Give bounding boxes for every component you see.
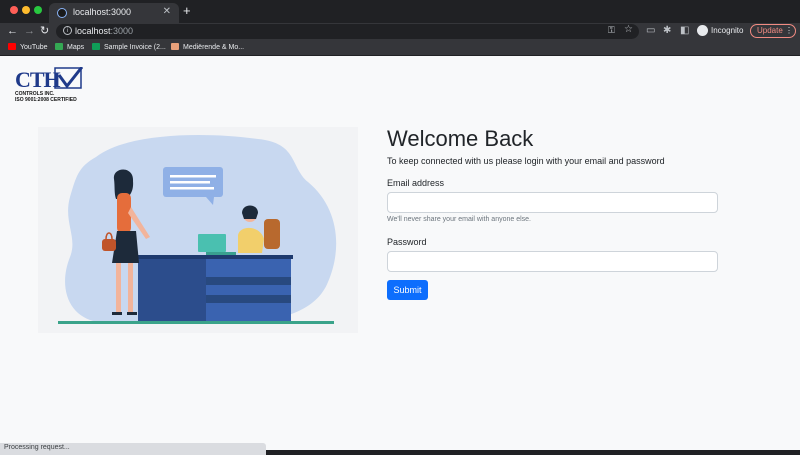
logo-iso-text: ISO 9001:2008 CERTIFIED (15, 97, 77, 103)
extensions-puzzle-icon[interactable]: ✱ (663, 25, 671, 37)
bottom-strip (266, 450, 800, 455)
bookmark-maps[interactable]: Maps (55, 43, 84, 52)
password-label: Password (387, 237, 427, 247)
cast-icon[interactable]: ▭ (646, 25, 655, 37)
reload-icon[interactable]: ↻ (40, 24, 49, 38)
forward-arrow-icon[interactable]: → (24, 24, 35, 38)
site-info-icon[interactable]: i (63, 26, 72, 35)
tab-title: localhost:3000 (73, 7, 132, 17)
new-tab-icon[interactable]: + (183, 4, 191, 18)
bookmark-star-icon[interactable]: ☆ (624, 24, 633, 35)
bookmark-medierende[interactable]: Mediërende & Mo... (171, 43, 244, 52)
close-window-button[interactable] (10, 6, 18, 14)
submit-button[interactable]: Submit (387, 280, 428, 300)
page-content: CTH CONTROLS INC. ISO 9001:2008 CERTIFIE… (0, 57, 800, 443)
email-label: Email address (387, 178, 445, 188)
browser-titlebar: localhost:3000 ✕ + (0, 0, 800, 23)
email-field[interactable] (387, 192, 718, 213)
status-text: Processing request... (4, 444, 70, 451)
tab-favicon-icon (57, 8, 67, 18)
side-panel-icon[interactable]: ◧ (680, 25, 689, 37)
bookmark-sample-invoice[interactable]: Sample Invoice (2... (92, 43, 166, 52)
tab-close-icon[interactable]: ✕ (163, 6, 171, 17)
company-logo: CTH CONTROLS INC. ISO 9001:2008 CERTIFIE… (15, 67, 85, 103)
youtube-icon (8, 43, 16, 50)
back-arrow-icon[interactable]: ← (7, 24, 18, 38)
cth-logo-icon: CTH (15, 67, 83, 90)
update-button[interactable]: Update ⋮ (750, 24, 796, 38)
maximize-window-button[interactable] (34, 6, 42, 14)
incognito-icon (697, 25, 708, 36)
browser-tab[interactable]: localhost:3000 ✕ (49, 3, 179, 23)
key-icon[interactable]: ⚿ (608, 25, 615, 36)
reception-illustration (38, 127, 358, 333)
page-subtitle: To keep connected with us please login w… (387, 156, 665, 166)
incognito-label: Incognito (711, 26, 744, 35)
password-field[interactable] (387, 251, 718, 272)
maps-icon (55, 43, 63, 50)
bookmarks-bar: YouTube Maps Sample Invoice (2... Mediër… (0, 40, 800, 56)
svg-text:CTH: CTH (15, 67, 61, 90)
url-text: localhost:3000 (75, 26, 134, 36)
status-bar: Processing request... (0, 443, 266, 455)
browser-toolbar: ← → ↻ i localhost:3000 ⚿ ☆ ▭ ✱ ◧ Incogni… (0, 23, 800, 40)
address-bar[interactable]: i localhost:3000 ⚿ ☆ (56, 24, 639, 39)
bookmark-youtube[interactable]: YouTube (8, 43, 48, 52)
email-help-text: We'll never share your email with anyone… (387, 216, 531, 223)
page-title: Welcome Back (387, 126, 534, 151)
minimize-window-button[interactable] (22, 6, 30, 14)
sheets-icon (92, 43, 100, 50)
site-favicon-icon (171, 43, 179, 50)
